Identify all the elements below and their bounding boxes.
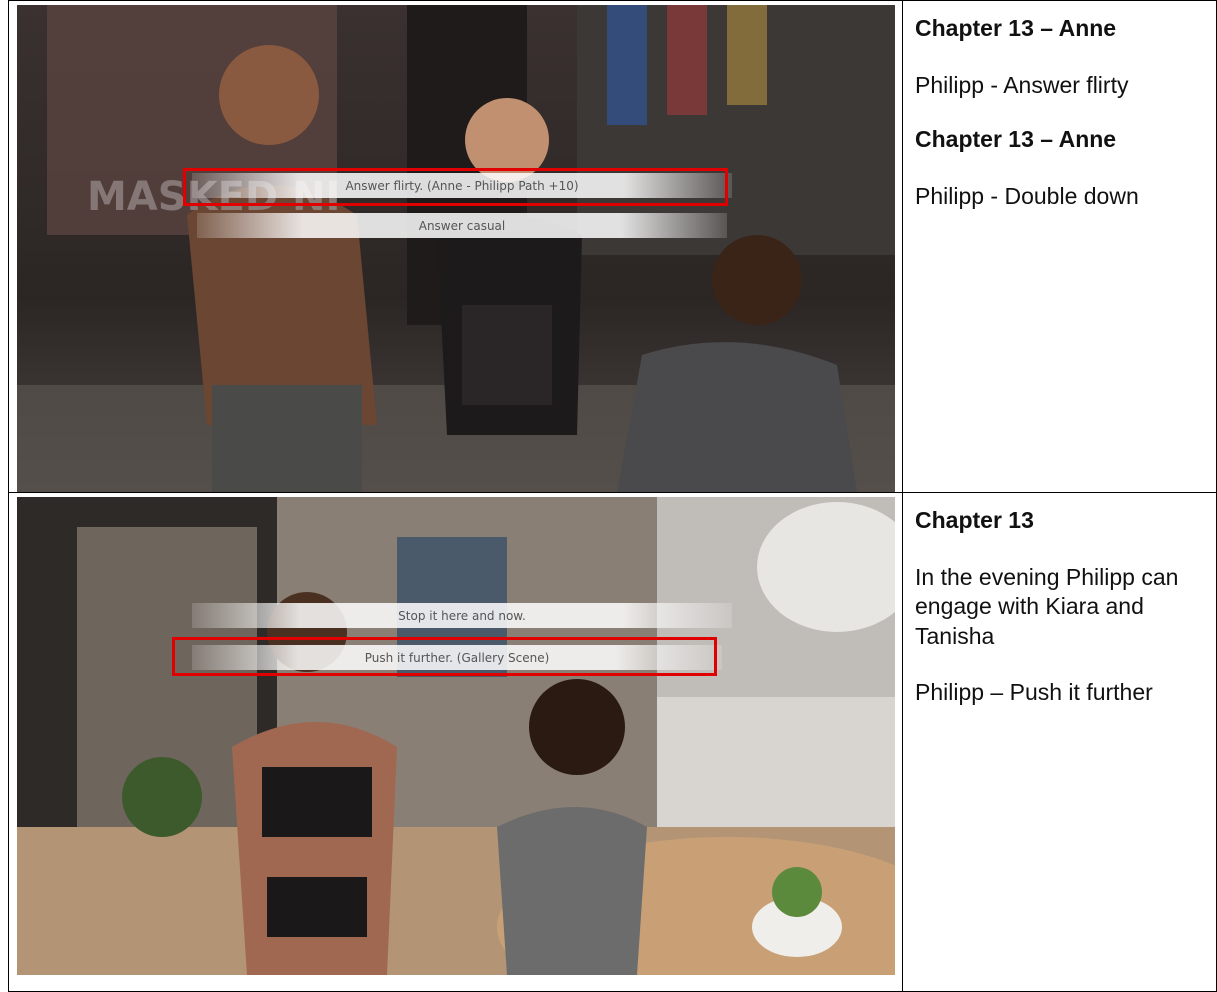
screenshot-cell: Stop it here and now. Push it further. (… <box>8 492 903 992</box>
screenshot-cell: MASKED NI Answer flirty. (Anne - Philipp… <box>8 0 903 493</box>
walkthrough-table: MASKED NI Answer flirty. (Anne - Philipp… <box>8 0 1217 992</box>
choice-answer-casual[interactable]: Answer casual <box>197 213 727 238</box>
chapter-title: Chapter 13 <box>915 507 1034 533</box>
choice-note: Philipp - Answer flirty <box>915 71 1129 98</box>
chapter-title: Chapter 13 – Anne <box>915 15 1117 41</box>
choice-note: Philipp - Double down <box>915 183 1139 210</box>
highlight-box <box>172 637 717 676</box>
game-screenshot-apartment: Stop it here and now. Push it further. (… <box>17 497 895 975</box>
choice-note: Philipp – Push it further <box>915 679 1153 706</box>
game-screenshot-boutique: MASKED NI Answer flirty. (Anne - Philipp… <box>17 5 895 492</box>
highlight-box <box>183 168 728 206</box>
table-row: MASKED NI Answer flirty. (Anne - Philipp… <box>8 0 1217 493</box>
table-row: Stop it here and now. Push it further. (… <box>8 492 1217 992</box>
scene-background: MASKED NI <box>17 5 895 492</box>
chapter-title: Chapter 13 – Anne <box>915 126 1117 153</box>
scene-background <box>17 497 895 975</box>
choice-stop[interactable]: Stop it here and now. <box>192 603 732 628</box>
choice-note: In the evening Philipp can engage with K… <box>915 563 1179 650</box>
notes-cell: Chapter 13 – Anne Philipp - Answer flirt… <box>902 0 1217 493</box>
notes-cell: Chapter 13 In the evening Philipp can en… <box>902 492 1217 992</box>
